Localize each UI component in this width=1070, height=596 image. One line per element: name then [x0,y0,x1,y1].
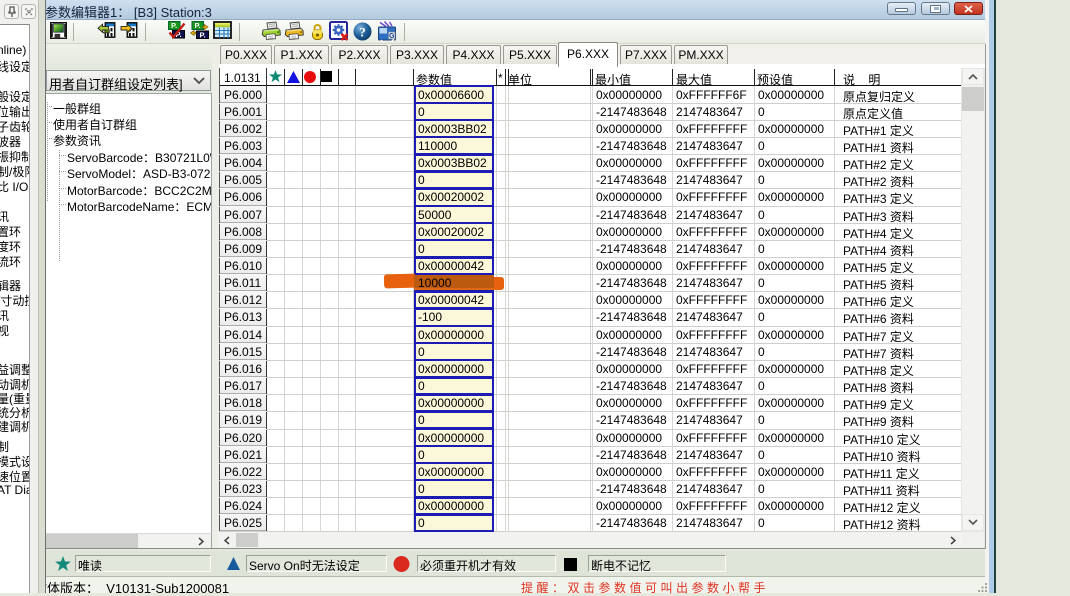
svg-text:?: ? [359,25,366,40]
svg-text:G: G [389,33,395,40]
svg-text:P.: P. [194,21,200,30]
svg-text:P.: P. [199,30,205,39]
svg-text:P.: P. [171,21,177,30]
